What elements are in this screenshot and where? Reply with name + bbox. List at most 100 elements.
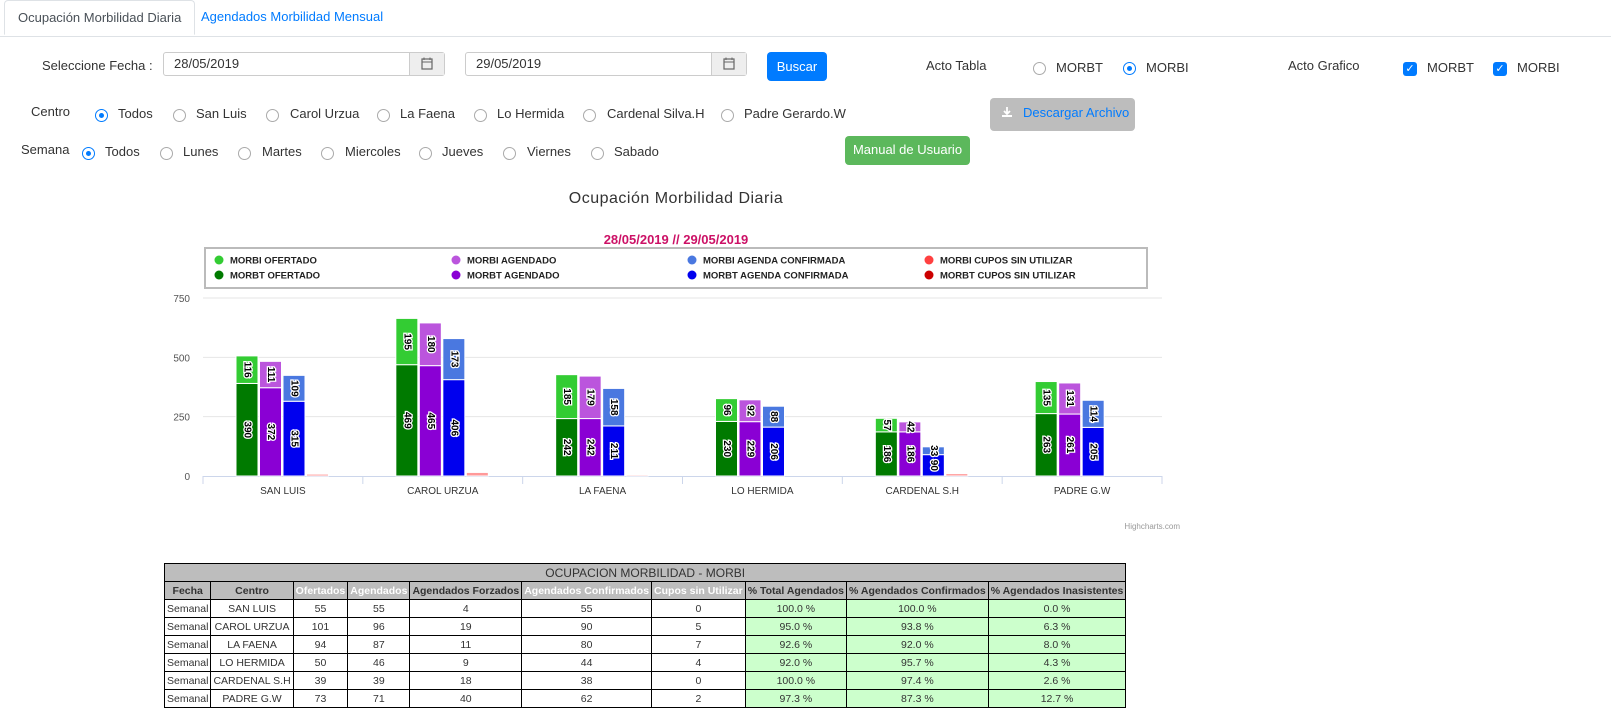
legend-item: MORBI OFERTADO xyxy=(230,256,317,267)
table-row: Semanal LA FAENA 94 87 11 80 7 92.6 % 92.0 % 8.0 … xyxy=(163,635,1127,654)
table-header-cell: Fecha xyxy=(163,581,212,600)
fecha-desde-field[interactable]: 28/05/2019 xyxy=(163,52,445,76)
table-cell: 55 xyxy=(521,599,653,618)
bar-segment xyxy=(625,474,649,477)
manual-usuario-button[interactable]: Manual de Usuario xyxy=(845,136,970,165)
y-tick-label: 250 xyxy=(173,413,190,424)
data-label: 173 xyxy=(448,351,459,368)
data-label: 195 xyxy=(401,333,412,350)
centro-todos-radio[interactable] xyxy=(95,109,108,122)
table-cell: 9 xyxy=(409,653,523,672)
semana-jueves-radio[interactable] xyxy=(419,147,432,160)
buscar-button[interactable]: Buscar xyxy=(767,52,827,81)
acto-tabla-morbt-radio[interactable] xyxy=(1033,62,1046,75)
data-label: 263 xyxy=(1041,436,1052,453)
acto-grafico-morbi-checkbox[interactable]: ✓ xyxy=(1493,62,1507,76)
table-header-cell: % Total Agendados xyxy=(744,581,848,600)
centro-carol-urzua-radio[interactable] xyxy=(266,109,279,122)
table-header-cell: Agendados Confirmados xyxy=(521,581,653,600)
semana-lunes-radio[interactable] xyxy=(160,147,173,160)
semana-option-label: Viernes xyxy=(527,144,571,159)
centro-san-luis-radio[interactable] xyxy=(173,109,186,122)
chart-subtitle: 28/05/2019 // 29/05/2019 xyxy=(604,232,749,247)
descargar-archivo-label: Descargar Archivo xyxy=(1023,105,1130,120)
semana-martes-radio[interactable] xyxy=(238,147,251,160)
fecha-hasta-value: 29/05/2019 xyxy=(476,56,542,71)
table-cell: 11 xyxy=(409,635,523,654)
legend-marker xyxy=(924,255,934,265)
semana-todos-radio[interactable] xyxy=(82,147,95,160)
table-cell: Semanal xyxy=(163,689,212,708)
data-label: 230 xyxy=(721,440,732,457)
acto-tabla-label: Acto Tabla xyxy=(926,58,987,73)
legend-marker xyxy=(451,270,461,280)
centro-lo-hermida-radio[interactable] xyxy=(474,109,487,122)
calendar-icon[interactable] xyxy=(711,53,746,75)
table-cell: 0.0 % xyxy=(987,599,1127,618)
legend-item: MORBT AGENDADO xyxy=(467,271,560,282)
semana-option-label: Lunes xyxy=(183,144,219,159)
table-cell: 97.4 % xyxy=(846,671,989,690)
table-cell: 73 xyxy=(292,689,349,708)
table-cell: LO HERMIDA xyxy=(210,653,294,672)
table-header-row: Fecha Centro Ofertados Agendados Agendados F… xyxy=(163,581,1127,600)
centro-padre-gerardo-radio[interactable] xyxy=(721,109,734,122)
semana-miercoles-radio[interactable] xyxy=(321,147,334,160)
centro-cardenal-silva-radio[interactable] xyxy=(583,109,596,122)
table-cell: 94 xyxy=(292,635,349,654)
legend-item: MORBT OFERTADO xyxy=(230,271,320,282)
acto-tabla-morbi-radio[interactable] xyxy=(1123,62,1136,75)
table-row: Semanal PADRE G.W 73 71 40 62 2 97.3 % 87.3 % 12.… xyxy=(163,689,1127,708)
centro-option-label: La Faena xyxy=(400,106,455,121)
chart-legend-box xyxy=(204,247,1148,289)
table-cell: 19 xyxy=(409,617,523,636)
data-label: 185 xyxy=(561,388,572,405)
table-header-cell: Cupos sin Utilizar xyxy=(651,581,746,600)
table-cell: Semanal xyxy=(163,653,212,672)
table-header-cell: Centro xyxy=(210,581,294,600)
table-header-cell: Agendados xyxy=(347,581,411,600)
table-cell: 92.0 % xyxy=(846,635,989,654)
table-cell: 0 xyxy=(651,671,746,690)
table-cell: 6.3 % xyxy=(987,617,1127,636)
data-label: 211 xyxy=(608,443,619,460)
table-cell: SAN LUIS xyxy=(210,599,294,618)
data-label: 372 xyxy=(265,424,276,441)
table-cell: 62 xyxy=(521,689,653,708)
tab-agendados-mensual[interactable]: Agendados Morbilidad Mensual xyxy=(188,0,396,35)
centro-label: Centro xyxy=(31,104,71,119)
y-tick-label: 500 xyxy=(173,353,190,364)
table-header-cell: % Agendados Inasistentes xyxy=(987,581,1127,600)
legend-marker xyxy=(214,270,224,280)
semana-viernes-radio[interactable] xyxy=(503,147,516,160)
data-label: 90 xyxy=(928,460,939,472)
table-cell: 100.0 % xyxy=(846,599,989,618)
table-cell: 95.7 % xyxy=(846,653,989,672)
data-label: 111 xyxy=(265,367,276,383)
table-cell: 4 xyxy=(409,599,523,618)
legend-item: MORBI AGENDA CONFIRMADA xyxy=(703,256,845,267)
data-label: 261 xyxy=(1064,437,1075,454)
descargar-archivo-button[interactable]: Descargar Archivo xyxy=(990,98,1135,131)
centro-option-label: Cardenal Silva.H xyxy=(607,106,705,121)
semana-sabado-radio[interactable] xyxy=(591,147,604,160)
table-header-cell: Agendados Forzados xyxy=(409,581,523,600)
table-header-cell: Ofertados xyxy=(292,581,349,600)
acto-grafico-morbt-checkbox[interactable]: ✓ xyxy=(1403,62,1417,76)
x-tick-label: LA FAENA xyxy=(579,486,627,497)
tab-ocupacion-diaria[interactable]: Ocupación Morbilidad Diaria xyxy=(4,0,196,35)
table-cell: 50 xyxy=(292,653,349,672)
table-cell: 101 xyxy=(292,617,349,636)
data-label: 88 xyxy=(768,411,779,423)
calendar-icon[interactable] xyxy=(409,53,444,75)
legend-marker xyxy=(687,255,697,265)
table-cell: 95.0 % xyxy=(744,617,848,636)
legend-item: MORBT AGENDA CONFIRMADA xyxy=(703,271,849,282)
semana-label: Semana xyxy=(21,142,70,157)
fecha-hasta-field[interactable]: 29/05/2019 xyxy=(465,52,747,76)
x-tick-label: SAN LUIS xyxy=(260,486,306,497)
table-cell: 18 xyxy=(409,671,523,690)
table-cell: 39 xyxy=(347,671,411,690)
centro-la-faena-radio[interactable] xyxy=(377,109,390,122)
table-cell: 38 xyxy=(521,671,653,690)
